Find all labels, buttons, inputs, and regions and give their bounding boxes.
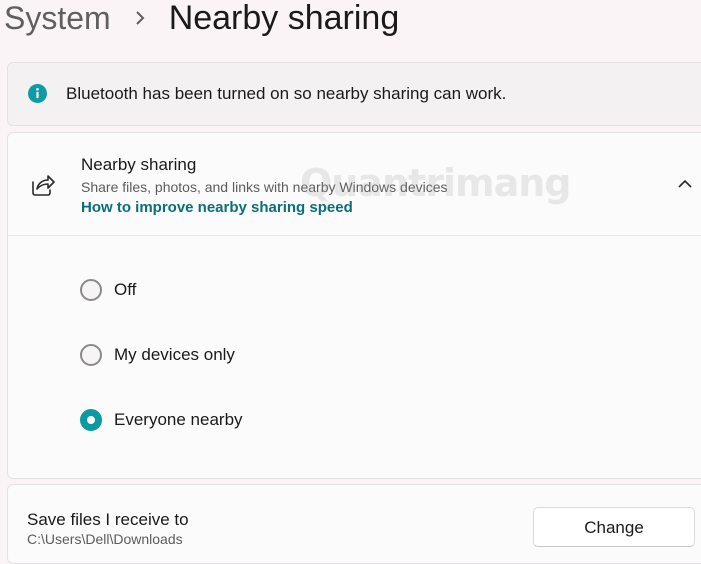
save-location-title: Save files I receive to [27,510,189,529]
radio-label-off: Off [114,280,137,299]
nearby-sharing-title: Nearby sharing [81,155,197,174]
radio-label-my-devices: My devices only [114,345,235,364]
watermark-logo: Quantrimang [300,161,571,205]
share-icon [30,173,56,197]
radio-option-everyone[interactable]: Everyone nearby [80,409,243,431]
breadcrumb: System Nearby sharing [4,0,399,40]
page-title: Nearby sharing [168,0,400,37]
radio-option-my-devices[interactable]: My devices only [80,344,235,366]
info-bar: Bluetooth has been turned on so nearby s… [7,62,701,126]
radio-button-everyone[interactable] [80,409,102,431]
save-location-path: C:\Users\Dell\Downloads [27,531,183,547]
radio-button-my-devices[interactable] [80,344,102,366]
nearby-sharing-header[interactable]: Nearby sharing Share files, photos, and … [8,133,701,236]
nearby-sharing-card: Nearby sharing Share files, photos, and … [7,132,701,479]
radio-option-off[interactable]: Off [80,279,136,301]
chevron-up-icon[interactable] [676,175,694,193]
change-button[interactable]: Change [533,507,695,547]
breadcrumb-system[interactable]: System [4,0,111,37]
radio-label-everyone: Everyone nearby [114,410,243,429]
radio-button-off[interactable] [80,279,102,301]
chevron-right-icon [133,10,147,26]
info-icon [28,84,47,103]
info-message: Bluetooth has been turned on so nearby s… [66,84,507,103]
save-location-card: Save files I receive to C:\Users\Dell\Do… [7,484,701,564]
